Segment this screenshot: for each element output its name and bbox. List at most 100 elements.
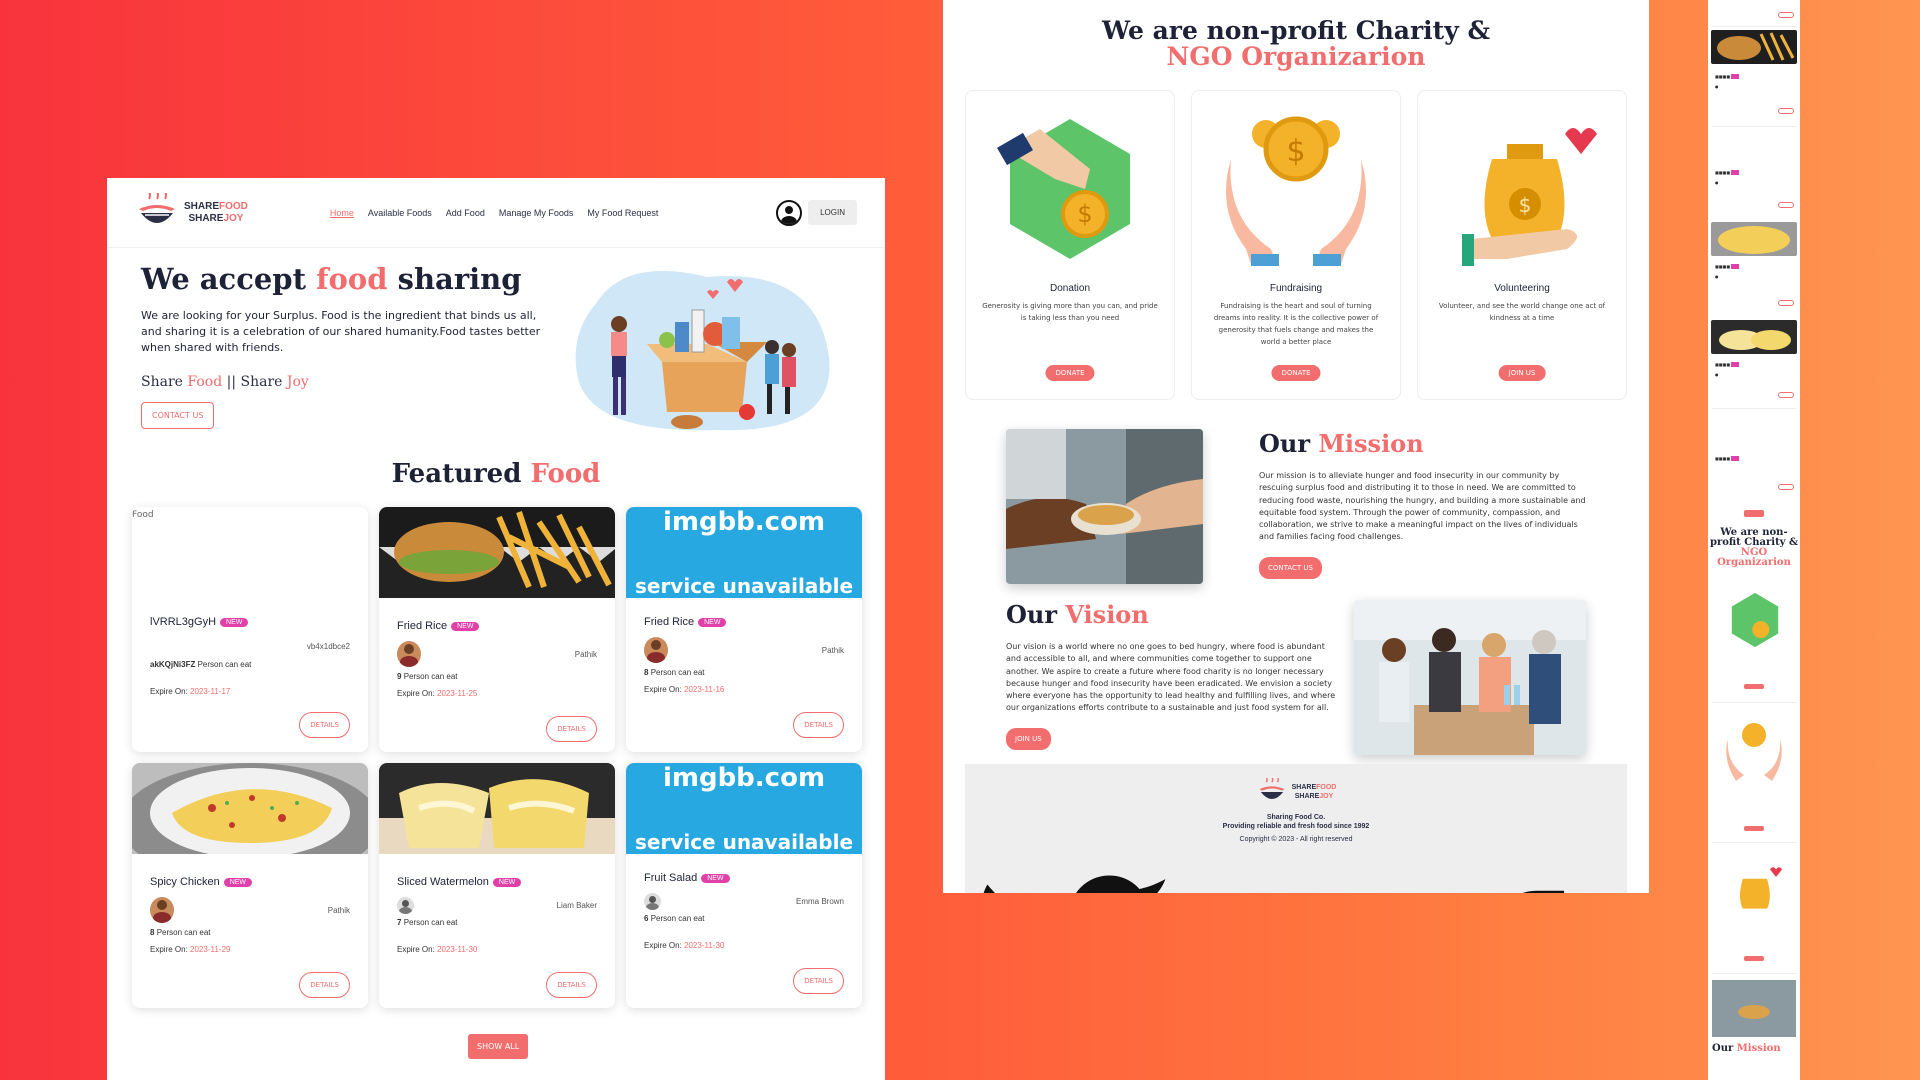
youtube-icon[interactable] — [1189, 855, 1404, 893]
donor-avatar: ● — [1715, 372, 1719, 377]
footer-company-name: Sharing Food Co. — [1266, 814, 1326, 821]
service-title: Volunteering — [1494, 283, 1550, 294]
facebook-icon[interactable] — [1412, 855, 1627, 893]
mobile-mission-heading: Our Mission — [1712, 1043, 1781, 1054]
footer: SHAREFOOD SHAREJOY Sharing Food Co. Prov… — [965, 764, 1627, 893]
new-badge: NEW — [223, 877, 253, 887]
food-card: Food lVRRL3gGyH NEW vb4x1dbce2 akKQjNi3FZ… — [132, 507, 368, 752]
food-name: ■■■■ ■■ — [1715, 264, 1739, 269]
hero-section: We accept food sharing We are looking fo… — [141, 262, 551, 429]
wrap-sandwich-image — [379, 763, 615, 854]
footer-logo[interactable]: SHAREFOOD SHAREJOY — [1256, 778, 1336, 806]
donation-coin-hand-icon: $ — [997, 119, 1130, 259]
food-expire: Expire On: 2023-11-17 — [150, 687, 231, 696]
details-button[interactable]: DETAILS — [546, 716, 597, 742]
nav-links: Home Available Foods Add Food Manage My … — [330, 208, 659, 218]
join-us-button[interactable]: JOIN US — [1498, 365, 1546, 381]
details-button[interactable]: DETAILS — [299, 712, 350, 738]
food-image-broken: Food — [132, 510, 154, 520]
vision-join-button[interactable]: JOIN US — [1006, 728, 1051, 750]
food-expire: Expire On: 2023-11-30 — [644, 941, 725, 950]
vision-heading: Our Vision — [1006, 600, 1149, 629]
mission-contact-button[interactable]: CONTACT US — [1259, 557, 1322, 579]
nav-link-available-foods[interactable]: Available Foods — [368, 208, 432, 218]
show-all-button[interactable]: SHOW ALL — [468, 1034, 529, 1059]
food-card: imgbb.com service unavailable Fried Rice… — [626, 507, 862, 752]
donor-name: Pathik — [574, 649, 597, 659]
details-button[interactable] — [1778, 300, 1794, 306]
navbar: SHAREFOOD SHAREJOY Home Available Foods … — [107, 178, 885, 248]
svg-text:$: $ — [1286, 134, 1305, 169]
food-card: Spicy Chicken NEW Pathik 8 Person can eat… — [132, 763, 368, 1008]
new-badge: NEW — [220, 617, 249, 627]
food-expire: Expire On: 2023-11-16 — [644, 685, 725, 694]
donor-name: Liam Baker — [556, 900, 597, 910]
donate-button[interactable]: DONATE — [1045, 365, 1095, 381]
details-button[interactable] — [1778, 12, 1794, 18]
donor-avatar — [397, 641, 421, 667]
details-button[interactable] — [1778, 108, 1794, 114]
food-donation-illustration — [575, 270, 830, 431]
service-title: Donation — [1049, 283, 1091, 294]
food-name: ■■■■ ■■ — [1715, 456, 1739, 461]
vision-text: Our vision is a world where no one goes … — [1006, 642, 1336, 713]
hero-contact-button[interactable]: CONTACT US — [141, 402, 215, 429]
nav-link-my-food-request[interactable]: My Food Request — [587, 208, 658, 218]
details-button[interactable] — [1778, 202, 1794, 208]
new-badge: NEW — [701, 873, 730, 883]
logo[interactable]: SHAREFOOD SHAREJOY — [135, 192, 248, 233]
donor-name: vb4x1dbce2 — [306, 641, 350, 651]
fundraising-hands-coins-icon — [1726, 723, 1782, 781]
join-us-button[interactable] — [1744, 956, 1764, 961]
divider — [1712, 26, 1796, 27]
donate-button[interactable] — [1744, 684, 1764, 689]
food-expire: Expire On: 2023-11-30 — [397, 945, 478, 954]
donate-button[interactable]: DONATE — [1271, 365, 1321, 381]
mission-photo — [1006, 429, 1203, 584]
food-name: Sliced Watermelon — [397, 876, 489, 888]
new-badge: NEW — [492, 877, 522, 887]
mission-heading: Our Mission — [1259, 429, 1424, 458]
divider — [1712, 702, 1796, 703]
food-name: Fruit Salad — [644, 872, 698, 884]
food-name: ■■■■ ■■ — [1715, 362, 1739, 367]
login-button[interactable]: LOGIN — [808, 200, 857, 225]
nav-link-home[interactable]: Home — [330, 208, 354, 218]
service-card-donation: $ Donation Generosity is giving more tha… — [965, 90, 1175, 400]
details-button[interactable]: DETAILS — [299, 972, 350, 998]
food-name: Spicy Chicken — [150, 876, 220, 888]
donation-coin-hand-icon — [1731, 592, 1779, 648]
food-quantity: 9 Person can eat — [397, 672, 458, 681]
donor-name: Emma Brown — [795, 896, 844, 906]
divider — [1712, 126, 1796, 127]
bowl-logo-icon — [1259, 778, 1285, 799]
footer-tagline: Providing reliable and fresh food since … — [1222, 823, 1370, 830]
food-quantity: 8 Person can eat — [644, 668, 705, 677]
service-card-volunteering: $ Volunteering Volunteer, and see the wo… — [1417, 90, 1627, 400]
show-all-button[interactable] — [1744, 510, 1764, 517]
donor-avatar — [644, 892, 661, 910]
new-badge: NEW — [451, 621, 480, 631]
twitter-icon[interactable] — [965, 855, 1180, 893]
details-button[interactable]: DETAILS — [793, 968, 844, 994]
food-card: Fried Rice NEW Pathik 9 Person can eat Ex… — [379, 507, 615, 752]
details-button[interactable] — [1778, 484, 1794, 490]
food-card: Sliced Watermelon NEW Liam Baker 7 Person… — [379, 763, 615, 1008]
donor-name: Pathik — [327, 905, 350, 915]
nav-link-manage-my-foods[interactable]: Manage My Foods — [499, 208, 574, 218]
details-button[interactable]: DETAILS — [546, 972, 597, 998]
mobile-nonprofit-title: We are non- profit Charity & NGO Organiz… — [1709, 527, 1799, 568]
donate-button[interactable] — [1744, 826, 1764, 831]
donor-avatar — [150, 897, 174, 923]
details-button[interactable]: DETAILS — [793, 712, 844, 738]
omelette-image — [1711, 222, 1797, 256]
nav-link-add-food[interactable]: Add Food — [446, 208, 485, 218]
service-card-fundraising: $ Fundraising Fundraising is the heart a… — [1191, 90, 1401, 400]
user-avatar-icon[interactable] — [776, 199, 803, 226]
divider — [1712, 973, 1796, 974]
food-expire: Expire On: 2023-11-29 — [150, 945, 231, 954]
wrap-sandwich-image — [1711, 320, 1797, 354]
donor-avatar: ● — [1715, 180, 1719, 185]
bowl-logo-icon — [139, 192, 175, 223]
details-button[interactable] — [1778, 392, 1794, 398]
